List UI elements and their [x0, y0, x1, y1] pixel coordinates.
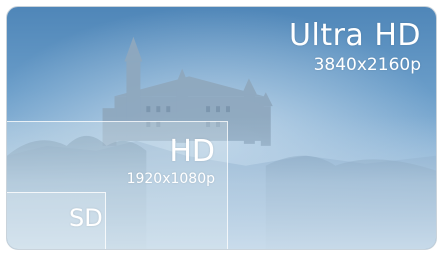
hd-resolution: 1920x1080p [126, 171, 215, 187]
ultra-hd-resolution: 3840x2160p [313, 55, 421, 75]
hd-label: HD [169, 134, 215, 169]
sd-label: SD [69, 204, 103, 232]
ultra-hd-label: Ultra HD [289, 18, 421, 53]
resolution-comparison-frame: Ultra HD 3840x2160p HD 1920x1080p SD [6, 6, 437, 250]
